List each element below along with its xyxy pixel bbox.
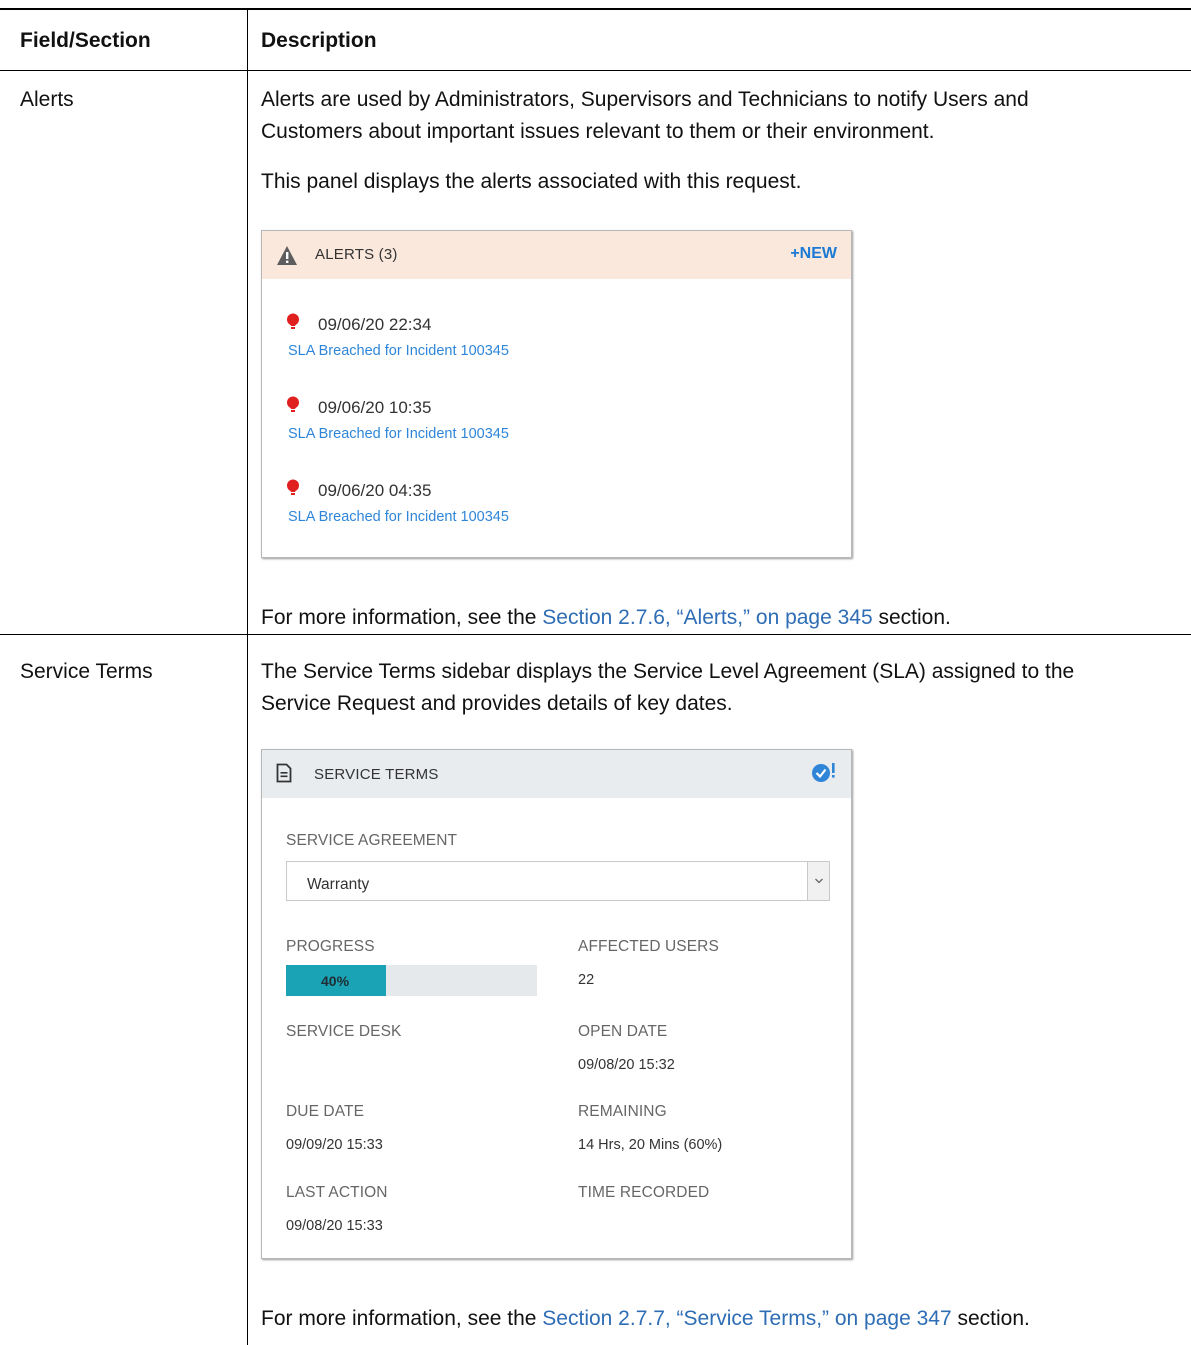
- field-service-terms: Service Terms: [20, 660, 153, 683]
- affected-users-value: 22: [578, 972, 595, 988]
- remaining-label: REMAINING: [578, 1103, 667, 1120]
- alerts-more-info: For more information, see the Section 2.…: [261, 603, 951, 633]
- open-date-label: OPEN DATE: [578, 1023, 668, 1040]
- col-header-field: Field/Section: [20, 29, 151, 52]
- alert-link[interactable]: SLA Breached for Incident 100345: [288, 426, 509, 442]
- chevron-down-icon[interactable]: [807, 862, 829, 900]
- service-agreement-value: Warranty: [307, 876, 370, 893]
- alerts-section-link[interactable]: Section 2.7.6, “Alerts,” on page 345: [542, 606, 872, 629]
- progress-text: 40%: [321, 973, 350, 989]
- service-desc-line1: The Service Terms sidebar displays the S…: [261, 660, 1075, 683]
- alert-date: 09/06/20 04:35: [318, 481, 432, 500]
- due-date-value: 09/09/20 15:33: [286, 1137, 383, 1153]
- column-divider: [247, 9, 248, 1345]
- lightbulb-icon: [286, 313, 300, 331]
- affected-users-label: AFFECTED USERS: [578, 938, 719, 955]
- last-action-value: 09/08/20 15:33: [286, 1218, 383, 1234]
- more-info-suffix: section.: [951, 1307, 1030, 1330]
- warning-triangle-icon: [276, 245, 298, 267]
- check-circle-icon[interactable]: [811, 761, 837, 783]
- lightbulb-icon: [286, 396, 300, 414]
- more-info-prefix: For more information, see the: [261, 606, 543, 629]
- service-terms-title: SERVICE TERMS: [314, 766, 439, 783]
- progress-label: PROGRESS: [286, 938, 375, 955]
- alerts-desc-line1: Alerts are used by Administrators, Super…: [261, 88, 1029, 111]
- service-agreement-label: SERVICE AGREEMENT: [286, 832, 458, 849]
- document-icon: [276, 763, 292, 783]
- alert-list-item: 09/06/20 04:35 SLA Breached for Incident…: [262, 475, 851, 535]
- service-desk-label: SERVICE DESK: [286, 1023, 402, 1040]
- alerts-panel-header: ALERTS (3) +NEW: [262, 231, 851, 279]
- alerts-panel: ALERTS (3) +NEW 09/06/20 22:34 SLA Breac…: [261, 230, 852, 558]
- table-header-rule: [0, 70, 1191, 71]
- alert-link[interactable]: SLA Breached for Incident 100345: [288, 509, 509, 525]
- alerts-desc-para2: This panel displays the alerts associate…: [261, 170, 802, 193]
- last-action-label: LAST ACTION: [286, 1184, 388, 1201]
- col-header-description: Description: [261, 29, 377, 52]
- alert-list-item: 09/06/20 10:35 SLA Breached for Incident…: [262, 392, 851, 452]
- table-top-rule: [0, 8, 1191, 10]
- alert-date: 09/06/20 10:35: [318, 398, 432, 417]
- service-desc-line2: Service Request and provides details of …: [261, 692, 733, 715]
- alerts-panel-title: ALERTS (3): [315, 246, 398, 263]
- alert-link[interactable]: SLA Breached for Incident 100345: [288, 343, 509, 359]
- service-terms-section-link[interactable]: Section 2.7.7, “Service Terms,” on page …: [542, 1307, 951, 1330]
- service-more-info: For more information, see the Section 2.…: [261, 1304, 1030, 1334]
- alerts-desc-line2: Customers about important issues relevan…: [261, 120, 935, 143]
- more-info-prefix: For more information, see the: [261, 1307, 543, 1330]
- alert-date: 09/06/20 22:34: [318, 315, 432, 334]
- document-page: Field/Section Description Alerts Alerts …: [0, 0, 1191, 1345]
- progress-bar: 40%: [286, 965, 537, 996]
- row-divider: [0, 634, 1191, 635]
- alert-list-item: 09/06/20 22:34 SLA Breached for Incident…: [262, 309, 851, 369]
- more-info-suffix: section.: [872, 606, 951, 629]
- lightbulb-icon: [286, 479, 300, 497]
- open-date-value: 09/08/20 15:32: [578, 1057, 675, 1073]
- service-terms-header: SERVICE TERMS: [262, 750, 851, 798]
- new-alert-button[interactable]: +NEW: [790, 245, 837, 263]
- due-date-label: DUE DATE: [286, 1103, 365, 1120]
- remaining-value: 14 Hrs, 20 Mins (60%): [578, 1137, 723, 1153]
- service-agreement-select[interactable]: Warranty: [286, 861, 830, 901]
- field-alerts: Alerts: [20, 88, 74, 111]
- service-terms-panel: SERVICE TERMS SERVICE AGREEMENT Warranty…: [261, 749, 852, 1259]
- time-recorded-label: TIME RECORDED: [578, 1184, 710, 1201]
